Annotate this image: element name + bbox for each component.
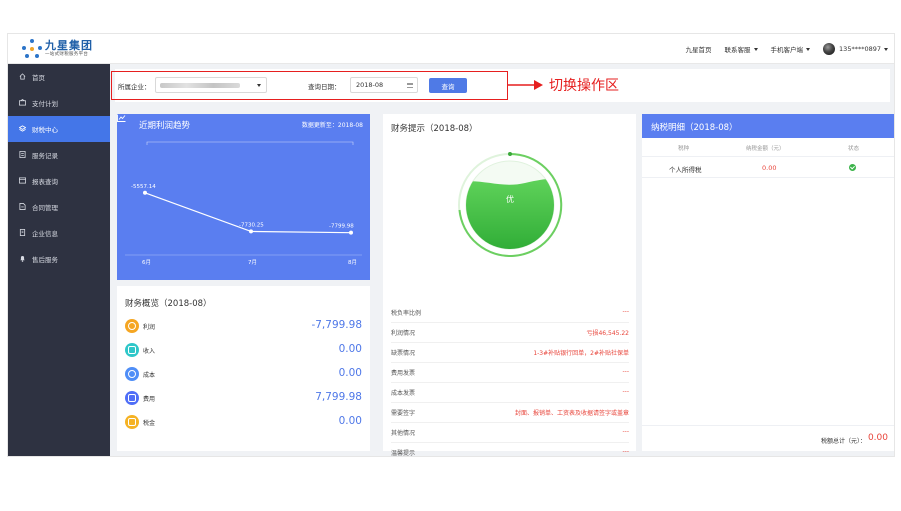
sidebar-item-contract-management[interactable]: 合同管理 [8, 194, 110, 220]
sidebar-item-finance-center[interactable]: 财税中心 [8, 116, 110, 142]
tip-row-reminder: 温馨提示 --- [391, 448, 629, 457]
sidebar-item-report-query[interactable]: 报表查询 [8, 168, 110, 194]
nav-mobile-menu[interactable]: 手机客户端 [771, 44, 811, 54]
tax-footer: 税额总计（元）： 0.00 [642, 425, 894, 451]
x-tick-label: 6月 [142, 259, 151, 266]
tips-title: 财务提示（2018-08） [391, 124, 478, 134]
data-label: -7730.25 [239, 222, 264, 228]
tip-row-missing-invoice: 缺票情况 1-3#补贴银行回单，2#补贴社保单 [391, 343, 629, 363]
logo-star-icon [22, 39, 42, 59]
tip-row-cost-invoice: 成本发票 --- [391, 383, 629, 403]
sidebar: 首页 支付计划 财税中心 服务记录 报表查询 合同管理 企业信息 售后服务 [8, 64, 110, 456]
tax-details-panel: 纳税明细（2018-08） 税种 纳税金额（元） 状态 个人所得税 0.00 税… [642, 114, 894, 451]
chevron-down-icon [806, 47, 811, 51]
tax-column-header: 纳税金额（元） [746, 146, 785, 152]
tax-header: 纳税明细（2018-08） [642, 114, 894, 138]
tax-total-value: 0.00 [867, 433, 888, 443]
overview-row-expense: 费用 7,799.98 [125, 388, 362, 410]
profit-icon [125, 319, 139, 333]
record-icon [19, 151, 26, 158]
data-label: -7799.98 [329, 224, 354, 230]
overview-row-profit: 利润 -7,799.98 [125, 316, 362, 338]
layers-icon [19, 125, 26, 132]
x-tick-label: 7月 [248, 259, 257, 266]
logo-subtitle: 一站式财税服务平台 [45, 52, 89, 58]
nav-contact-menu[interactable]: 联系客服 [725, 44, 758, 54]
data-label: -5557.14 [131, 184, 156, 190]
sidebar-item-after-sales[interactable]: 售后服务 [8, 246, 110, 272]
overview-row-income: 收入 0.00 [125, 340, 362, 362]
income-icon [125, 343, 139, 357]
logo-title: 九星集团 [45, 39, 93, 53]
data-point[interactable] [249, 229, 253, 234]
top-nav: 九星首页 联系客服 手机客户端 135****0897 [673, 34, 888, 64]
top-bar: 九星集团 一站式财税服务平台 九星首页 联系客服 手机客户端 135****08… [8, 34, 894, 64]
wallet-icon [19, 99, 26, 106]
table-row: 个人所得税 0.00 [642, 156, 894, 178]
overview-title: 财务概览（2018-08） [125, 299, 212, 309]
tip-row-profit: 利润情况 亏损46,545.22 [391, 323, 629, 343]
gauge-fill [466, 178, 554, 249]
annotation-box [111, 71, 508, 100]
gauge-knob [508, 152, 512, 156]
profit-trend-chart: -5557.14 6月 -7730.25 7月 -7799.98 8月 [125, 141, 362, 266]
finance-overview-panel: 财务概览（2018-08） 利润 -7,799.98 收入 0.00 成本 0.… [117, 286, 370, 451]
chevron-down-icon [753, 47, 758, 51]
chevron-down-icon [884, 47, 888, 51]
x-tick-label: 8月 [348, 259, 357, 266]
overview-value: 0.00 [338, 367, 362, 379]
overview-value: 0.00 [338, 415, 362, 427]
avatar [823, 43, 836, 55]
tip-row-other: 其他情况 --- [391, 423, 629, 443]
gauge-label: 优 [506, 195, 514, 204]
tip-row-expense-invoice: 费用发票 --- [391, 363, 629, 383]
bell-icon [20, 256, 25, 262]
overview-value: 7,799.98 [315, 391, 362, 403]
logo[interactable]: 九星集团 一站式财税服务平台 [22, 38, 93, 60]
sidebar-item-payment-plan[interactable]: 支付计划 [8, 90, 110, 116]
sidebar-item-service-record[interactable]: 服务记录 [8, 142, 110, 168]
contract-icon [19, 203, 26, 210]
building-icon [19, 229, 26, 236]
overview-row-tax: 税金 0.00 [125, 412, 362, 434]
annotation-text: 切换操作区 [549, 78, 619, 94]
tip-row-signature: 需要签字 封面、报销单、工资表及收据请签字或盖章 [391, 403, 629, 423]
overview-value: 0.00 [338, 343, 362, 355]
report-icon [19, 177, 26, 184]
data-point[interactable] [143, 190, 147, 195]
tax-icon [125, 415, 139, 429]
overview-row-cost: 成本 0.00 [125, 364, 362, 386]
sidebar-item-home[interactable]: 首页 [8, 64, 110, 90]
tax-column-header: 税种 [678, 146, 690, 152]
profit-trend-panel: 近期利润趋势 数据更新至：2018-08 -5557.14 6月 -7730.25 7… [117, 114, 370, 280]
health-gauge: 优 [455, 150, 565, 260]
check-circle-icon [849, 164, 856, 171]
tax-column-header: 状态 [848, 146, 860, 152]
annotation-arrow-icon [508, 80, 543, 90]
data-point[interactable] [349, 230, 353, 235]
nav-home-link[interactable]: 九星首页 [686, 44, 712, 54]
cost-icon [125, 367, 139, 381]
finance-tips-panel: 财务提示（2018-08） 优 税负率比例 --- 利润情况 亏损46,545.… [383, 114, 636, 456]
chart-range-marker [146, 141, 354, 145]
tax-total-label: 税额总计（元）： [820, 438, 866, 445]
overview-value: -7,799.98 [311, 319, 362, 331]
tax-title: 纳税明细（2018-08） [651, 123, 738, 133]
user-phone: 135****0897 [839, 45, 881, 53]
sidebar-item-company-info[interactable]: 企业信息 [8, 220, 110, 246]
expense-icon [125, 391, 139, 405]
user-menu[interactable]: 135****0897 [823, 43, 888, 55]
home-icon [19, 73, 26, 80]
tip-row-tax-burden: 税负率比例 --- [391, 303, 629, 323]
